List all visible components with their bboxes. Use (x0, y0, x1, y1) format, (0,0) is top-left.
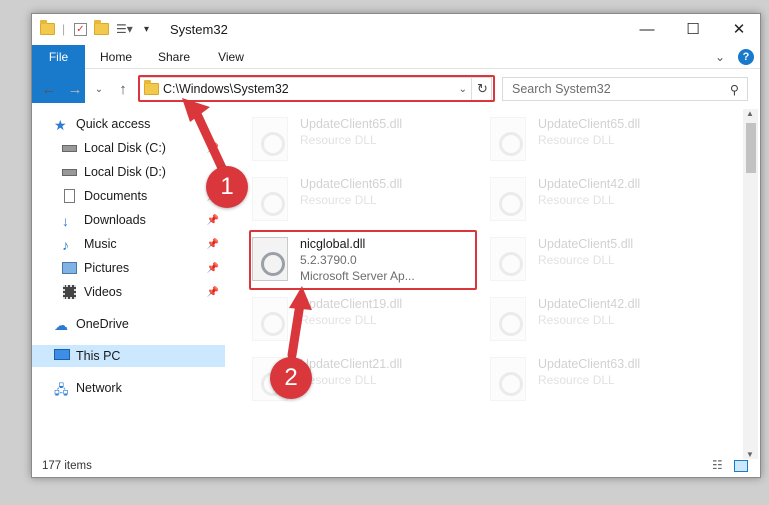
step-marker-2: 2 (270, 357, 312, 399)
annotation-arrows (182, 98, 312, 360)
step-marker-1: 1 (206, 166, 248, 208)
arrow-1 (191, 107, 227, 173)
arrow-2-head (289, 286, 312, 310)
arrow-2 (287, 299, 305, 360)
